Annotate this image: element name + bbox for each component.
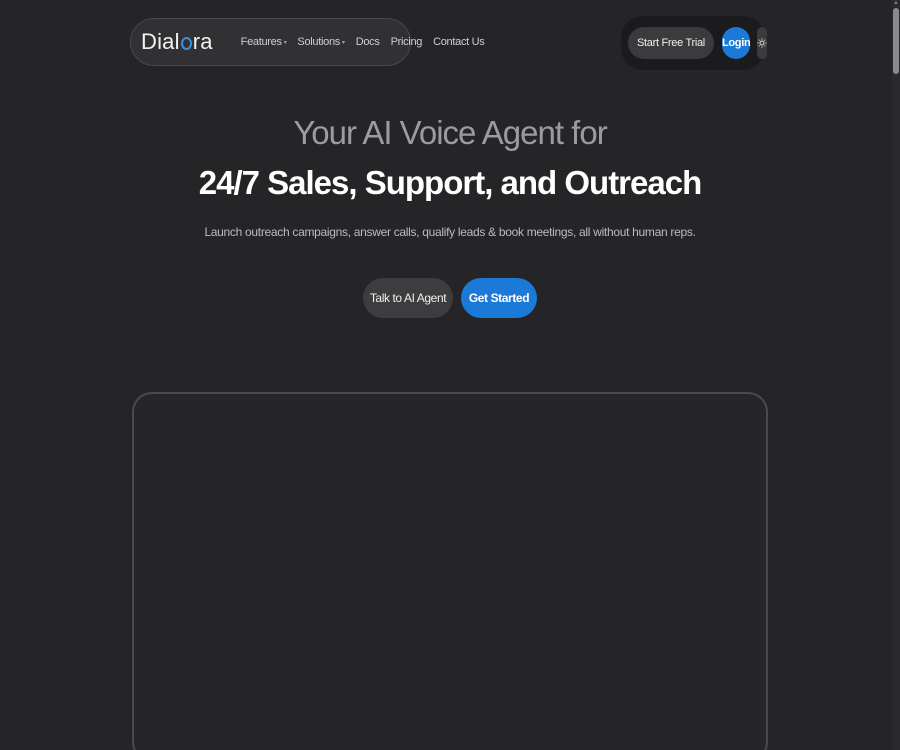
- logo-text-suffix: ra: [192, 29, 213, 54]
- nav-links: Features ▾ Solutions ▾ Docs Pricing Cont…: [241, 36, 485, 48]
- get-started-button[interactable]: Get Started: [461, 278, 537, 318]
- logo-text-prefix: Dial: [141, 29, 180, 54]
- nav-link-solutions[interactable]: Solutions ▾: [297, 36, 345, 48]
- login-button[interactable]: Login: [721, 27, 751, 59]
- brand-logo[interactable]: Dial ra: [141, 29, 213, 55]
- nav-link-label: Solutions: [297, 36, 340, 48]
- hero-cta-group: Talk to AI Agent Get Started: [363, 278, 537, 318]
- scrollbar-thumb[interactable]: [893, 8, 899, 74]
- hero-subtitle: Launch outreach campaigns, answer calls,…: [204, 225, 696, 239]
- nav-link-label: Features: [240, 36, 282, 48]
- demo-preview-panel: [132, 392, 768, 750]
- sun-icon: [757, 38, 768, 48]
- page-scrollbar[interactable]: ▲: [892, 0, 900, 750]
- talk-to-ai-agent-button[interactable]: Talk to AI Agent: [363, 278, 453, 318]
- nav-actions: Start Free Trial Login: [621, 16, 768, 70]
- hero-title-line1: Your AI Voice Agent for: [293, 114, 607, 151]
- nav-link-pricing[interactable]: Pricing: [391, 36, 423, 48]
- nav-link-label: Docs: [355, 36, 380, 48]
- nav-link-label: Pricing: [390, 36, 423, 48]
- main-nav: Dial ra Features ▾ Solutions ▾ Docs Pric…: [130, 18, 485, 66]
- hero-title-line2: 24/7 Sales, Support, and Outreach: [198, 164, 703, 201]
- nav-link-label: Contact Us: [433, 36, 485, 48]
- chevron-down-icon: ▾: [341, 39, 345, 46]
- chevron-down-icon: ▾: [283, 39, 287, 46]
- theme-toggle-button[interactable]: [757, 27, 768, 59]
- scroll-up-arrow-icon[interactable]: ▲: [893, 0, 899, 6]
- nav-link-docs[interactable]: Docs: [356, 36, 380, 48]
- nav-link-features[interactable]: Features ▾: [241, 36, 287, 48]
- nav-link-contact[interactable]: Contact Us: [433, 36, 485, 48]
- o-ring-icon: [180, 37, 192, 50]
- start-free-trial-button[interactable]: Start Free Trial: [628, 27, 714, 59]
